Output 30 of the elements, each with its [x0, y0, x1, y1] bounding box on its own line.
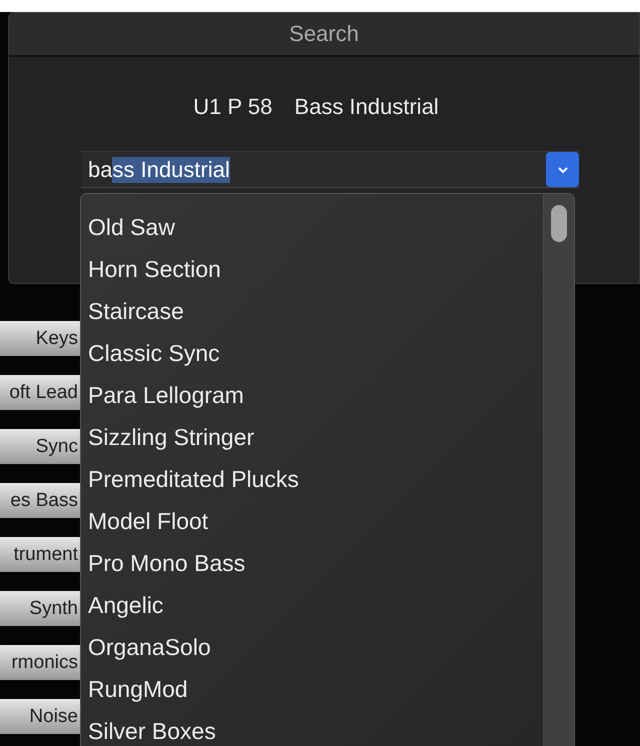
scrollbar-thumb[interactable]	[551, 205, 567, 242]
category-button[interactable]: trument	[0, 537, 80, 572]
category-button[interactable]: es Bass	[0, 483, 80, 518]
patch-name: Bass Industrial	[294, 94, 439, 120]
suggestion-item[interactable]: Para Lellogram	[81, 374, 543, 416]
suggestion-item[interactable]: Angelic	[81, 584, 543, 626]
suggestion-item[interactable]: OrganaSolo	[81, 626, 543, 668]
chevron-down-icon	[556, 166, 568, 174]
suggestion-item[interactable]: Sizzling Stringer	[81, 416, 543, 458]
window-title: Search	[289, 21, 359, 47]
category-button[interactable]: Noise	[0, 699, 80, 734]
suggestion-item[interactable]: Staircase	[81, 290, 543, 332]
typed-text: ba	[88, 156, 112, 182]
category-button[interactable]: Sync	[0, 429, 80, 464]
category-button[interactable]: Synth	[0, 591, 80, 626]
suggestion-item[interactable]: Classic Sync	[81, 332, 543, 374]
suggestion-item[interactable]: Silver Boxes	[81, 710, 543, 746]
patch-number: U1 P 58	[193, 94, 272, 120]
autocomplete-selection: ss Industrial	[112, 156, 230, 182]
search-field[interactable]: bass Industrial	[81, 151, 579, 188]
suggestion-item[interactable]: Premeditated Plucks	[81, 458, 543, 500]
scrollbar[interactable]	[543, 194, 574, 746]
suggestion-item[interactable]: Model Floot	[81, 500, 543, 542]
suggestion-item[interactable]: Horn Section	[81, 248, 543, 290]
suggestion-item[interactable]: Old Saw	[81, 206, 543, 248]
category-button[interactable]: Keys	[0, 321, 80, 356]
category-button[interactable]: oft Lead	[0, 375, 80, 410]
suggestion-item[interactable]: Pro Mono Bass	[81, 542, 543, 584]
suggestion-item[interactable]: RungMod	[81, 668, 543, 710]
category-button[interactable]: rmonics	[0, 645, 80, 680]
